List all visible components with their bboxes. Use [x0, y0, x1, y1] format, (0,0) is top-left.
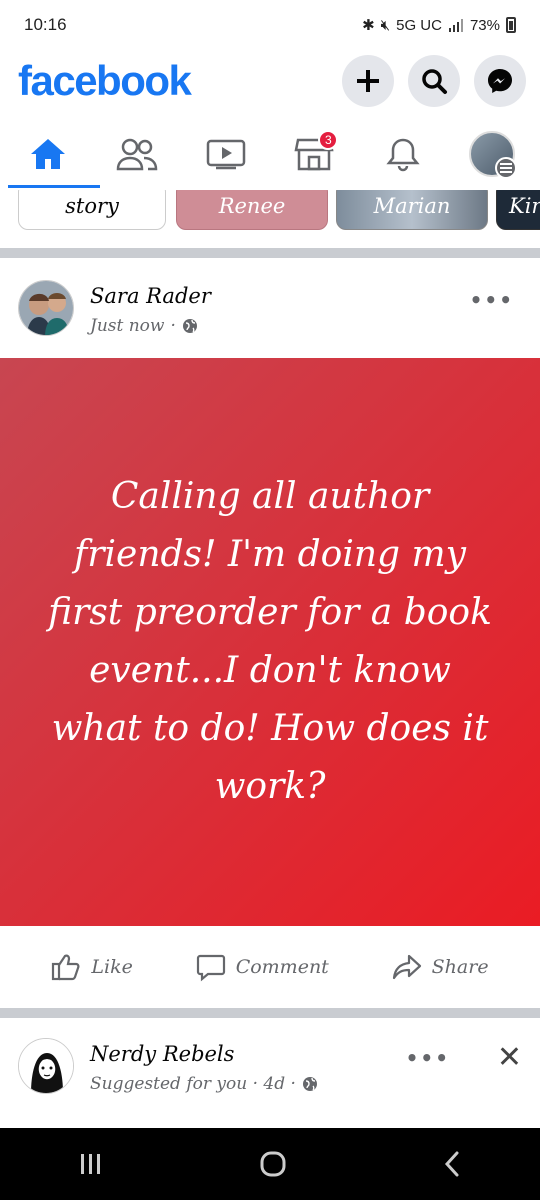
back-icon[interactable]: [442, 1150, 462, 1178]
comment-label: Comment: [235, 956, 329, 978]
bluetooth-icon: ✱: [362, 17, 375, 34]
messenger-button[interactable]: [474, 55, 526, 107]
tab-friends[interactable]: [97, 120, 177, 188]
globe-icon: [182, 319, 197, 333]
post-meta: Suggested for you · 4d ·: [90, 1074, 318, 1094]
globe-icon: [302, 1077, 317, 1091]
section-divider: [0, 1008, 540, 1018]
share-button[interactable]: Share: [392, 952, 489, 982]
post-text: Calling all author friends! I'm doing my…: [48, 476, 492, 807]
signal-icon: [448, 19, 463, 32]
post-actions: Like Comment Share: [0, 936, 540, 998]
home-button-icon[interactable]: [259, 1150, 287, 1178]
stories-strip: story Renee Marian Kir: [0, 190, 540, 232]
battery-percent: 73%: [469, 16, 500, 34]
post-author[interactable]: Nerdy Rebels: [90, 1042, 318, 1066]
story-label: Marian: [373, 194, 451, 218]
tab-video[interactable]: [186, 120, 266, 188]
like-label: Like: [91, 956, 133, 978]
post-more-button[interactable]: •••: [470, 288, 514, 312]
author-block: Nerdy Rebels Suggested for you · 4d ·: [90, 1042, 318, 1094]
marketplace-badge: 3: [318, 130, 339, 150]
search-icon: [422, 69, 447, 94]
profile-avatar: [468, 131, 517, 179]
battery-icon: [506, 17, 516, 33]
post-more-button[interactable]: •••: [406, 1046, 450, 1070]
app-header: facebook: [0, 52, 540, 110]
share-label: Share: [431, 956, 489, 978]
video-icon: [206, 139, 245, 170]
app-screen: 10:16 ✱ 🔇︎ 5G UC 73% facebook 3 story Re…: [0, 0, 540, 1200]
home-icon: [31, 139, 66, 169]
comment-button[interactable]: Comment: [196, 952, 329, 982]
create-button[interactable]: [342, 55, 394, 107]
status-icons: ✱ 🔇︎ 5G UC 73%: [362, 16, 516, 34]
story-label: Renee: [218, 194, 286, 218]
author-block: Sara Rader Just now ·: [90, 284, 211, 336]
post-author[interactable]: Sara Rader: [90, 284, 211, 308]
post-time[interactable]: Just now: [90, 316, 164, 336]
story-label: story: [65, 194, 119, 218]
story-card[interactable]: Kir: [496, 190, 540, 230]
story-label: Kir: [509, 194, 540, 218]
author-avatar[interactable]: [18, 280, 74, 336]
author-avatar[interactable]: [18, 1038, 74, 1094]
story-card[interactable]: Renee: [176, 190, 328, 230]
plus-icon: [357, 70, 379, 92]
status-bar: 10:16 ✱ 🔇︎ 5G UC 73%: [0, 0, 540, 50]
close-icon[interactable]: ✕: [497, 1040, 522, 1075]
nav-tabs: 3: [0, 120, 540, 188]
recent-apps-icon[interactable]: [78, 1152, 104, 1176]
suggested-post-header: Nerdy Rebels Suggested for you · 4d · ••…: [0, 1038, 540, 1094]
section-divider: [0, 248, 540, 258]
comment-icon: [196, 954, 225, 982]
facebook-logo[interactable]: facebook: [18, 57, 192, 105]
tab-marketplace[interactable]: 3: [274, 120, 354, 188]
bell-icon: [386, 138, 420, 172]
story-card-create[interactable]: story: [18, 190, 166, 230]
meta-separator: ·: [170, 316, 176, 336]
like-icon: [52, 954, 80, 981]
friends-icon: [116, 138, 158, 171]
tab-notifications[interactable]: [363, 120, 443, 188]
post-header: Sara Rader Just now · •••: [0, 280, 540, 336]
messenger-icon: [488, 69, 512, 93]
share-icon: [392, 954, 421, 980]
status-time: 10:16: [24, 15, 67, 34]
suggested-meta: Suggested for you · 4d ·: [90, 1074, 296, 1094]
mute-icon: 🔇︎: [380, 16, 391, 34]
network-label: 5G UC: [396, 16, 442, 34]
header-actions: [342, 55, 526, 107]
tab-menu[interactable]: [452, 120, 532, 188]
like-button[interactable]: Like: [51, 952, 133, 982]
post-meta: Just now ·: [90, 316, 211, 336]
system-nav-bar: [0, 1128, 540, 1200]
menu-icon: [494, 157, 517, 179]
tab-home[interactable]: [8, 120, 101, 188]
post-body[interactable]: Calling all author friends! I'm doing my…: [0, 358, 540, 926]
story-card[interactable]: Marian: [336, 190, 488, 230]
search-button[interactable]: [408, 55, 460, 107]
